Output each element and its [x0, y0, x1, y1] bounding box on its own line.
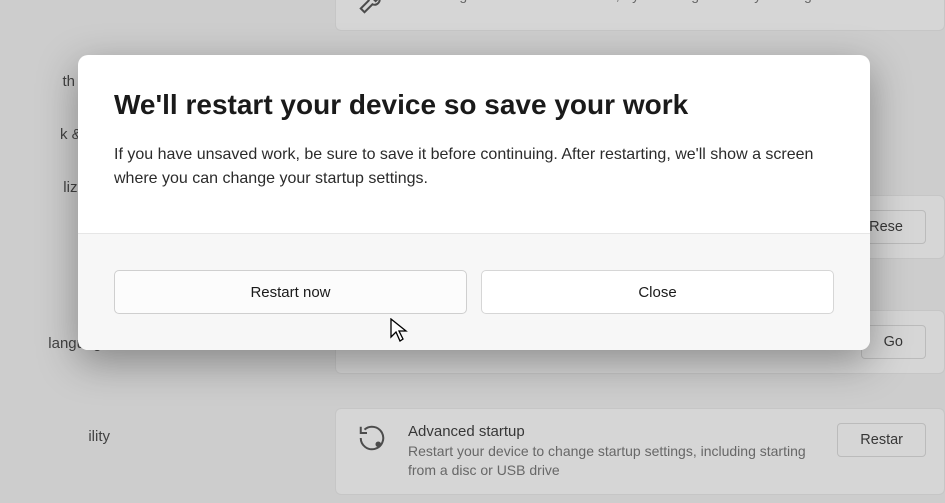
restart-confirmation-dialog: We'll restart your device so save your w…: [78, 55, 870, 350]
close-button[interactable]: Close: [481, 270, 834, 314]
dialog-title: We'll restart your device so save your w…: [114, 89, 834, 121]
advanced-title: Advanced startup: [408, 423, 819, 440]
wrench-icon: [354, 0, 390, 16]
dialog-actions: Restart now Close: [78, 233, 870, 350]
reset-desc: Resetting can take a while — first, try …: [408, 0, 926, 5]
restart-gear-icon: [354, 423, 390, 453]
reset-card: Resetting can take a while — first, try …: [335, 0, 945, 31]
sidebar-item[interactable]: ility: [0, 410, 110, 463]
restart-now-button[interactable]: Restart now: [114, 270, 467, 314]
dialog-description: If you have unsaved work, be sure to sav…: [114, 143, 834, 191]
go-button[interactable]: Go: [861, 325, 926, 359]
advanced-startup-card: Advanced startup Restart your device to …: [335, 408, 945, 495]
advanced-desc: Restart your device to change startup se…: [408, 442, 819, 480]
restart-button[interactable]: Restar: [837, 423, 926, 457]
